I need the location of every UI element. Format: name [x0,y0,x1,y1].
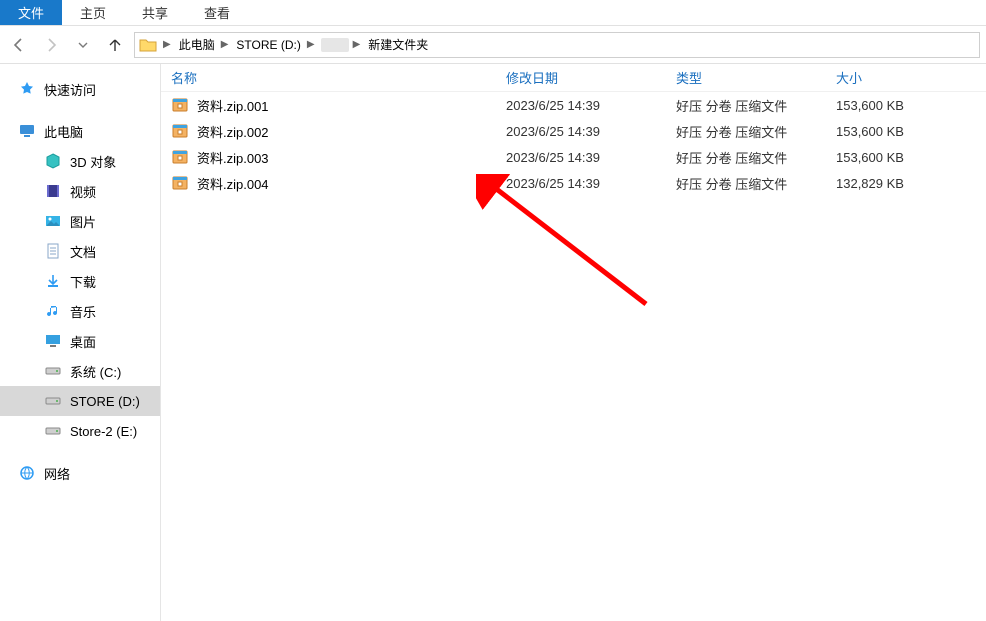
file-size: 153,600 KB [826,150,986,165]
column-header-type[interactable]: 类型 [666,68,826,87]
breadcrumb-item[interactable]: 新建文件夹 [366,36,430,53]
address-row: ▶ 此电脑▶ STORE (D:)▶ ▶ 新建文件夹 [0,26,986,64]
chevron-right-icon[interactable]: ▶ [351,39,363,50]
file-row[interactable]: 资料.zip.002 2023/6/25 14:39好压 分卷 压缩文件153,6… [161,118,986,144]
file-row[interactable]: 资料.zip.001 2023/6/25 14:39好压 分卷 压缩文件153,6… [161,92,986,118]
archive-icon [171,96,189,114]
sidebar-item[interactable]: 音乐 [0,296,160,326]
archive-icon [171,174,189,192]
music-icon [44,302,62,320]
film-icon [44,182,62,200]
main-area: 快速访问 此电脑 3D 对象视频图片文档下载音乐桌面系统 (C:) STORE (… [0,64,986,621]
ribbon-tab-share[interactable]: 共享 [124,0,186,25]
sidebar-item-label: 视频 [70,182,96,201]
nav-recent-dropdown[interactable] [70,32,96,58]
nav-sidebar: 快速访问 此电脑 3D 对象视频图片文档下载音乐桌面系统 (C:) STORE (… [0,64,161,621]
sidebar-item[interactable]: 视频 [0,176,160,206]
sidebar-item[interactable]: 系统 (C:) [0,356,160,386]
sidebar-label: 网络 [44,464,70,483]
file-size: 153,600 KB [826,124,986,139]
breadcrumb-item[interactable]: 此电脑 [177,36,217,53]
nav-forward-button[interactable] [38,32,64,58]
sidebar-this-pc[interactable]: 此电脑 [0,116,160,146]
file-name: 资料.zip.002 [197,122,269,141]
file-date: 2023/6/25 14:39 [496,150,666,165]
sidebar-item-label: Store-2 (E:) [70,424,137,439]
drive-icon [44,362,62,380]
download-icon [44,272,62,290]
sidebar-item-label: 系统 (C:) [70,362,121,381]
sidebar-item-label: 桌面 [70,332,96,351]
file-size: 153,600 KB [826,98,986,113]
column-header-size[interactable]: 大小 [826,68,986,87]
sidebar-item-label: 文档 [70,242,96,261]
chevron-right-icon[interactable]: ▶ [305,39,317,50]
sidebar-item[interactable]: STORE (D:) [0,386,160,416]
monitor-icon [18,122,36,140]
sidebar-item-label: 3D 对象 [70,152,116,171]
column-header-date[interactable]: 修改日期 [496,68,666,87]
file-type: 好压 分卷 压缩文件 [666,174,826,193]
file-name: 资料.zip.004 [197,174,269,193]
folder-icon [139,37,157,53]
sidebar-item[interactable]: 下载 [0,266,160,296]
sidebar-item[interactable]: 文档 [0,236,160,266]
file-list: 资料.zip.0012023/6/25 14:39好压 分卷 压缩文件153,6… [161,92,986,196]
chevron-right-icon[interactable]: ▶ [161,39,173,50]
file-size: 132,829 KB [826,176,986,191]
file-name: 资料.zip.003 [197,148,269,167]
column-header-name[interactable]: 名称 [161,68,496,87]
file-type: 好压 分卷 压缩文件 [666,96,826,115]
breadcrumb-item-redacted[interactable] [321,38,349,52]
file-date: 2023/6/25 14:39 [496,176,666,191]
file-row[interactable]: 资料.zip.004 2023/6/25 14:39好压 分卷 压缩文件132,8… [161,170,986,196]
file-date: 2023/6/25 14:39 [496,98,666,113]
ribbon-tab-view[interactable]: 查看 [186,0,248,25]
cube-icon [44,152,62,170]
picture-icon [44,212,62,230]
nav-up-button[interactable] [102,32,128,58]
network-icon [18,464,36,482]
sidebar-item[interactable]: Store-2 (E:) [0,416,160,446]
sidebar-label: 快速访问 [44,80,96,99]
ribbon-tab-file[interactable]: 文件 [0,0,62,25]
sidebar-network[interactable]: 网络 [0,458,160,488]
ribbon-tabs: 文件 主页 共享 查看 [0,0,986,26]
nav-back-button[interactable] [6,32,32,58]
doc-icon [44,242,62,260]
star-icon [18,80,36,98]
file-name: 资料.zip.001 [197,96,269,115]
sidebar-item-label: STORE (D:) [70,394,140,409]
file-pane: 名称 修改日期 类型 大小 资料.zip.0012023/6/25 14:39好… [161,64,986,621]
file-type: 好压 分卷 压缩文件 [666,122,826,141]
file-row[interactable]: 资料.zip.003 2023/6/25 14:39好压 分卷 压缩文件153,6… [161,144,986,170]
sidebar-item-label: 音乐 [70,302,96,321]
sidebar-item[interactable]: 3D 对象 [0,146,160,176]
sidebar-item[interactable]: 图片 [0,206,160,236]
archive-icon [171,148,189,166]
desktop-icon [44,332,62,350]
drive-icon [44,422,62,440]
file-date: 2023/6/25 14:39 [496,124,666,139]
file-type: 好压 分卷 压缩文件 [666,148,826,167]
sidebar-item[interactable]: 桌面 [0,326,160,356]
ribbon-tab-home[interactable]: 主页 [62,0,124,25]
sidebar-item-label: 下载 [70,272,96,291]
archive-icon [171,122,189,140]
sidebar-item-label: 图片 [70,212,96,231]
drive-icon [44,392,62,410]
chevron-right-icon[interactable]: ▶ [219,39,231,50]
address-bar[interactable]: ▶ 此电脑▶ STORE (D:)▶ ▶ 新建文件夹 [134,32,980,58]
sidebar-quick-access[interactable]: 快速访问 [0,74,160,104]
breadcrumb-item[interactable]: STORE (D:) [234,38,302,52]
sidebar-label: 此电脑 [44,122,83,141]
column-headers: 名称 修改日期 类型 大小 [161,64,986,92]
